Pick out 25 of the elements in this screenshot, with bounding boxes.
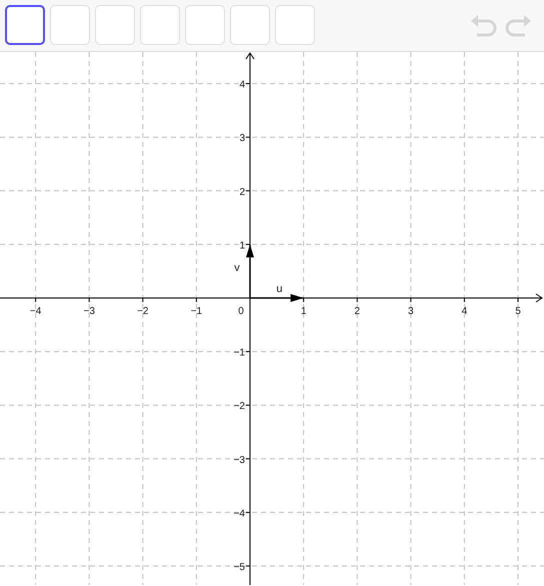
axis-label: 2 <box>354 306 360 317</box>
axis-label: 1 <box>239 240 245 252</box>
axis-label: −4 <box>234 508 245 520</box>
axis-label: 4 <box>462 306 468 317</box>
vector-arrow[interactable] <box>250 294 304 302</box>
axis-label: −2 <box>137 306 148 317</box>
axis-label: −3 <box>234 454 245 466</box>
axis-label: 4 <box>239 80 245 91</box>
axis-label: 1 <box>300 306 306 317</box>
axis-label: −1 <box>190 306 202 317</box>
vector-label: v <box>234 262 240 274</box>
axis-label: 3 <box>408 306 414 317</box>
axis-label: −2 <box>234 401 245 412</box>
axis-label: −1 <box>234 348 245 359</box>
axis-label: 5 <box>515 306 521 317</box>
vector-arrow[interactable] <box>246 244 254 298</box>
axis-label: −4 <box>30 306 42 317</box>
vector-label: u <box>276 283 283 295</box>
graphics-view[interactable]: −4 −3 −2 −1 1 2 3 4 5 4 3 2 1 −1 −2 −3 −4 −5 0 u v <box>0 52 544 585</box>
axis-label: −5 <box>234 562 245 573</box>
origin-label: 0 <box>238 306 244 317</box>
axis-label: 3 <box>239 133 245 144</box>
tool-button[interactable] <box>5 5 45 45</box>
axis-label: 2 <box>239 186 245 198</box>
axis-label: −3 <box>84 306 95 317</box>
